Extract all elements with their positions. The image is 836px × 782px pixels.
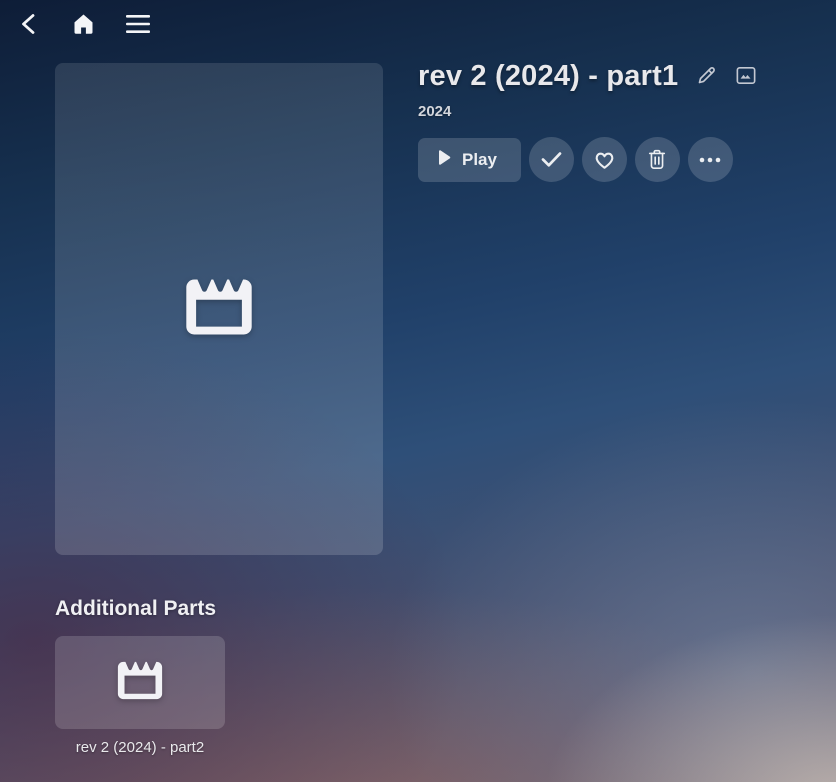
heart-icon xyxy=(593,149,616,170)
page-title: rev 2 (2024) - part1 xyxy=(418,60,679,92)
clapperboard-icon xyxy=(117,661,163,705)
year-label: 2024 xyxy=(418,103,452,120)
trash-icon xyxy=(647,149,667,170)
check-icon xyxy=(541,151,562,168)
additional-parts-heading: Additional Parts xyxy=(55,597,217,620)
more-button[interactable] xyxy=(687,137,733,182)
edit-images-button[interactable] xyxy=(734,65,758,89)
play-button[interactable]: Play xyxy=(418,137,521,182)
back-button[interactable] xyxy=(13,9,43,39)
delete-button[interactable] xyxy=(634,137,680,182)
poster-card[interactable] xyxy=(55,63,383,555)
mark-played-button[interactable] xyxy=(528,137,574,182)
ellipsis-icon xyxy=(699,157,721,163)
detail-info: rev 2 (2024) - part1 2024 Play xyxy=(418,60,758,182)
part-label[interactable]: rev 2 (2024) - part2 xyxy=(55,739,225,756)
hamburger-menu-icon xyxy=(126,15,150,33)
pencil-edit-icon xyxy=(696,65,717,89)
title-row: rev 2 (2024) - part1 xyxy=(418,60,758,93)
action-buttons-row: Play xyxy=(418,137,758,182)
chevron-left-icon xyxy=(19,13,38,35)
top-nav xyxy=(0,0,836,48)
edit-metadata-button[interactable] xyxy=(694,65,718,89)
part-card[interactable] xyxy=(55,636,225,729)
additional-parts-section: Additional Parts rev 2 (2024) - part2 xyxy=(55,597,225,756)
home-icon xyxy=(72,13,95,35)
clapperboard-icon xyxy=(185,278,253,341)
home-button[interactable] xyxy=(68,9,98,39)
favorite-button[interactable] xyxy=(581,137,627,182)
menu-button[interactable] xyxy=(123,9,153,39)
image-icon xyxy=(736,66,756,88)
play-icon xyxy=(438,149,451,170)
play-button-label: Play xyxy=(462,149,497,169)
